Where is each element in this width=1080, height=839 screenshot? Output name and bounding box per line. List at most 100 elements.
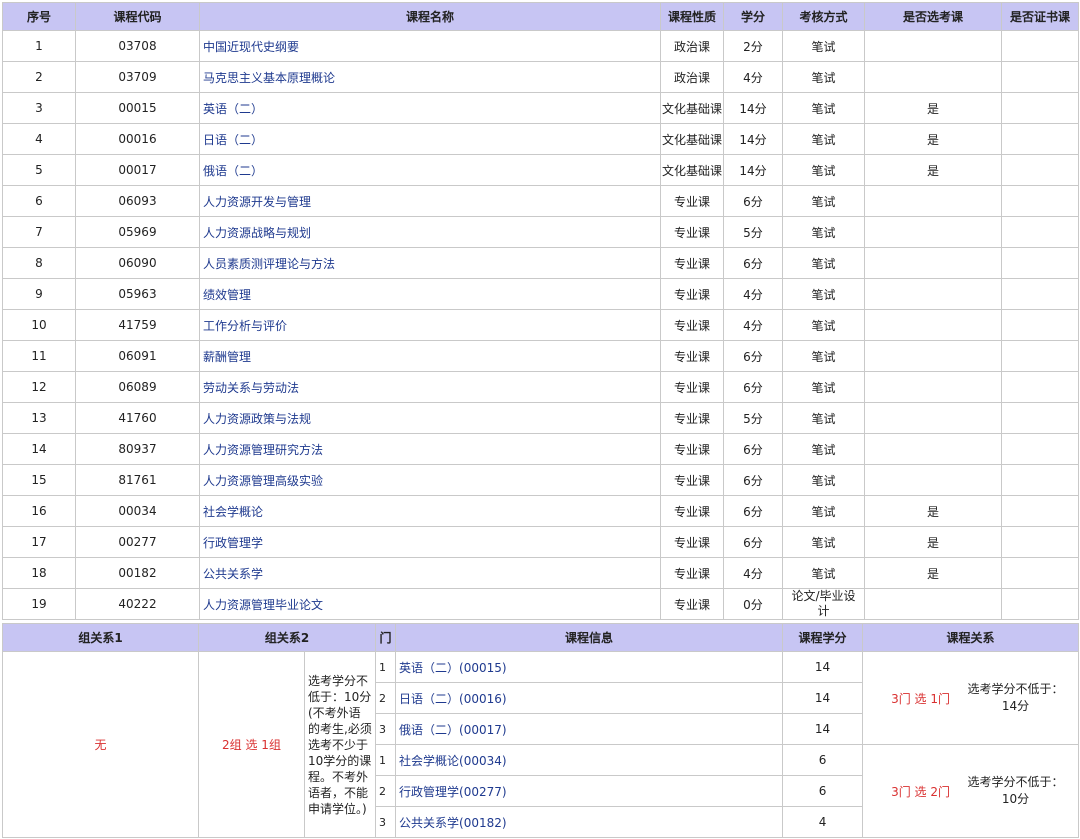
group-course-index: 2 [375, 775, 397, 807]
group-course-info[interactable]: 行政管理学(00277) [395, 775, 784, 807]
cell-credit: 4分 [723, 309, 783, 341]
course-row: 14 80937 人力资源管理研究方法 专业课 6分 笔试 [2, 433, 1079, 465]
cell-course-name[interactable]: 俄语（二） [199, 154, 661, 186]
group-course-info[interactable]: 公共关系学(00182) [395, 806, 784, 838]
cell-seq: 16 [2, 495, 76, 527]
cell-type: 专业课 [660, 495, 724, 527]
group-note: 选考学分不低于：10分 (不考外语的考生,必须选考不少于10学分的课程。不考外语… [303, 651, 377, 838]
cell-cert [1001, 588, 1079, 620]
cell-seq: 19 [2, 588, 76, 620]
cell-cert [1001, 61, 1079, 93]
cell-seq: 15 [2, 464, 76, 496]
cell-seq: 5 [2, 154, 76, 186]
cell-course-name[interactable]: 薪酬管理 [199, 340, 661, 372]
group-table: 组关系1 组关系2 门 课程信息 课程学分 课程关系 无 2组 选 1组 选考学… [2, 623, 1080, 838]
header-seq: 序号 [2, 2, 76, 31]
cell-credit: 6分 [723, 371, 783, 403]
group-course-info[interactable]: 俄语（二）(00017) [395, 713, 784, 745]
cell-exam: 论文/毕业设计 [782, 588, 865, 620]
cell-cert [1001, 557, 1079, 589]
cell-exam: 笔试 [782, 433, 865, 465]
cell-course-name[interactable]: 人力资源开发与管理 [199, 185, 661, 217]
cell-code: 06090 [75, 247, 200, 279]
cell-course-name[interactable]: 人员素质测评理论与方法 [199, 247, 661, 279]
cell-course-name[interactable]: 公共关系学 [199, 557, 661, 589]
cell-course-name[interactable]: 日语（二） [199, 123, 661, 155]
cell-type: 专业课 [660, 402, 724, 434]
cell-seq: 6 [2, 185, 76, 217]
cell-seq: 4 [2, 123, 76, 155]
cell-credit: 14分 [723, 154, 783, 186]
course-row: 8 06090 人员素质测评理论与方法 专业课 6分 笔试 [2, 247, 1079, 279]
cell-exam: 笔试 [782, 309, 865, 341]
cell-credit: 6分 [723, 340, 783, 372]
cell-elective [864, 61, 1002, 93]
cell-course-name[interactable]: 人力资源管理毕业论文 [199, 588, 661, 620]
cell-course-name[interactable]: 绩效管理 [199, 278, 661, 310]
cell-course-name[interactable]: 人力资源战略与规划 [199, 216, 661, 248]
cell-code: 41759 [75, 309, 200, 341]
cell-elective [864, 371, 1002, 403]
cell-seq: 13 [2, 402, 76, 434]
course-row: 2 03709 马克思主义基本原理概论 政治课 4分 笔试 [2, 61, 1079, 93]
cell-elective [864, 30, 1002, 62]
course-row: 13 41760 人力资源政策与法规 专业课 5分 笔试 [2, 402, 1079, 434]
cell-exam: 笔试 [782, 185, 865, 217]
cell-type: 专业课 [660, 185, 724, 217]
cell-type: 专业课 [660, 557, 724, 589]
cell-credit: 6分 [723, 464, 783, 496]
cell-elective [864, 309, 1002, 341]
cell-credit: 14分 [723, 92, 783, 124]
header-count: 门 [375, 623, 397, 652]
group-course-info[interactable]: 社会学概论(00034) [395, 744, 784, 776]
cell-credit: 6分 [723, 526, 783, 558]
cell-code: 00017 [75, 154, 200, 186]
cell-type: 专业课 [660, 371, 724, 403]
cell-course-name[interactable]: 人力资源管理高级实验 [199, 464, 661, 496]
cell-exam: 笔试 [782, 61, 865, 93]
cell-course-name[interactable]: 英语（二） [199, 92, 661, 124]
cell-elective: 是 [864, 123, 1002, 155]
cell-credit: 4分 [723, 557, 783, 589]
cell-exam: 笔试 [782, 340, 865, 372]
header-course-info: 课程信息 [395, 623, 784, 652]
cell-course-name[interactable]: 工作分析与评价 [199, 309, 661, 341]
group-row: 无 2组 选 1组 选考学分不低于：10分 (不考外语的考生,必须选考不少于10… [2, 651, 1080, 838]
header-code: 课程代码 [75, 2, 200, 31]
group-course-credit: 4 [782, 806, 864, 838]
cell-elective [864, 185, 1002, 217]
cell-course-name[interactable]: 人力资源政策与法规 [199, 402, 661, 434]
cell-seq: 1 [2, 30, 76, 62]
cell-course-name[interactable]: 社会学概论 [199, 495, 661, 527]
cell-type: 专业课 [660, 216, 724, 248]
header-cert: 是否证书课 [1001, 2, 1079, 31]
cell-credit: 4分 [723, 61, 783, 93]
cell-cert [1001, 123, 1079, 155]
cell-elective: 是 [864, 526, 1002, 558]
cell-code: 00016 [75, 123, 200, 155]
cell-course-name[interactable]: 人力资源管理研究方法 [199, 433, 661, 465]
cell-seq: 8 [2, 247, 76, 279]
cell-cert [1001, 464, 1079, 496]
cell-exam: 笔试 [782, 402, 865, 434]
cell-cert [1001, 247, 1079, 279]
course-row: 1 03708 中国近现代史纲要 政治课 2分 笔试 [2, 30, 1079, 62]
cell-credit: 5分 [723, 216, 783, 248]
cell-course-name[interactable]: 行政管理学 [199, 526, 661, 558]
group-course-info[interactable]: 日语（二）(00016) [395, 682, 784, 714]
cell-exam: 笔试 [782, 371, 865, 403]
cell-exam: 笔试 [782, 216, 865, 248]
cell-course-name[interactable]: 中国近现代史纲要 [199, 30, 661, 62]
course-table: 序号 课程代码 课程名称 课程性质 学分 考核方式 是否选考课 是否证书课 10… [2, 2, 1079, 620]
cell-exam: 笔试 [782, 495, 865, 527]
cell-code: 05963 [75, 278, 200, 310]
cell-cert [1001, 278, 1079, 310]
course-row: 7 05969 人力资源战略与规划 专业课 5分 笔试 [2, 216, 1079, 248]
cell-credit: 6分 [723, 433, 783, 465]
group-relation: 3门 选 2门 选考学分不低于：10分 [862, 744, 1080, 838]
cell-seq: 7 [2, 216, 76, 248]
group-course-info[interactable]: 英语（二）(00015) [395, 651, 784, 683]
cell-course-name[interactable]: 劳动关系与劳动法 [199, 371, 661, 403]
cell-course-name[interactable]: 马克思主义基本原理概论 [199, 61, 661, 93]
group-course-credit: 14 [782, 682, 864, 714]
